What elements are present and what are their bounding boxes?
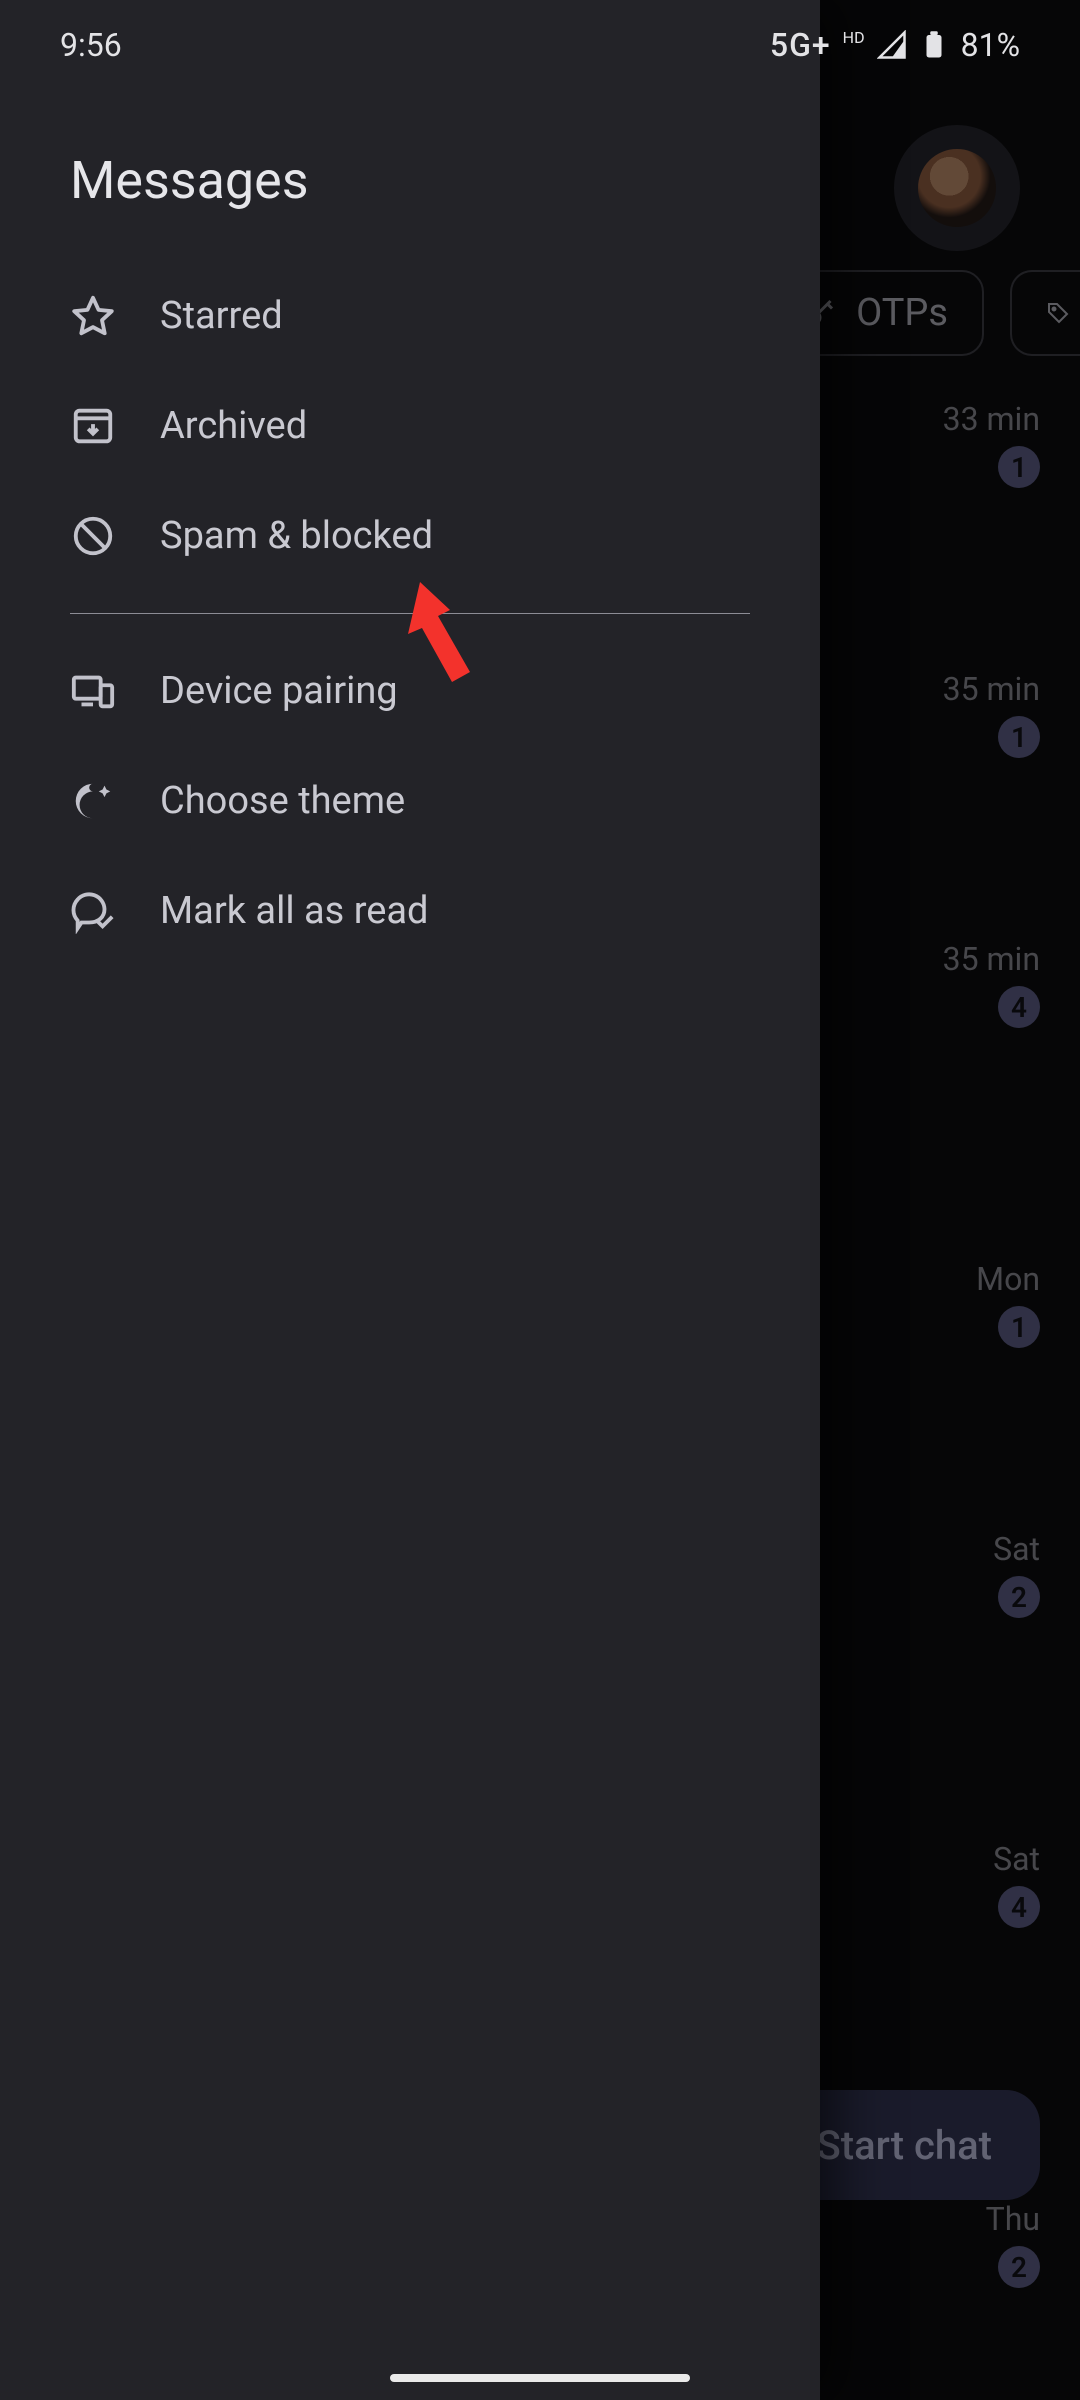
- battery-percent: 81%: [961, 26, 1020, 64]
- status-bar: 9:56 5G+ HD 81%: [0, 0, 1080, 90]
- menu-item-starred[interactable]: Starred: [0, 261, 820, 371]
- battery-icon: [919, 30, 949, 60]
- home-indicator: [390, 2374, 690, 2382]
- menu-item-label: Mark all as read: [160, 889, 428, 933]
- theme-icon: [70, 778, 116, 824]
- mark-read-icon: [70, 888, 116, 934]
- star-icon: [70, 293, 116, 339]
- menu-item-archived[interactable]: Archived: [0, 371, 820, 481]
- menu-item-label: Starred: [160, 294, 283, 338]
- menu-separator: [70, 613, 750, 614]
- nav-drawer: Messages Starred Archived Spam & blocked: [0, 0, 820, 2400]
- hd-label: HD: [843, 28, 865, 47]
- menu-item-label: Archived: [160, 404, 307, 448]
- menu-item-spam[interactable]: Spam & blocked: [0, 481, 820, 591]
- status-time: 9:56: [60, 26, 122, 64]
- menu-item-label: Spam & blocked: [160, 514, 433, 558]
- network-label: 5G+: [770, 26, 831, 64]
- drawer-title: Messages: [0, 150, 820, 261]
- menu-item-theme[interactable]: Choose theme: [0, 746, 820, 856]
- menu-item-label: Choose theme: [160, 779, 405, 823]
- block-icon: [70, 513, 116, 559]
- menu-item-pairing[interactable]: Device pairing: [0, 636, 820, 746]
- menu-item-mark-read[interactable]: Mark all as read: [0, 856, 820, 966]
- menu-item-label: Device pairing: [160, 669, 398, 713]
- signal-icon: [877, 30, 907, 60]
- archive-icon: [70, 403, 116, 449]
- devices-icon: [70, 668, 116, 714]
